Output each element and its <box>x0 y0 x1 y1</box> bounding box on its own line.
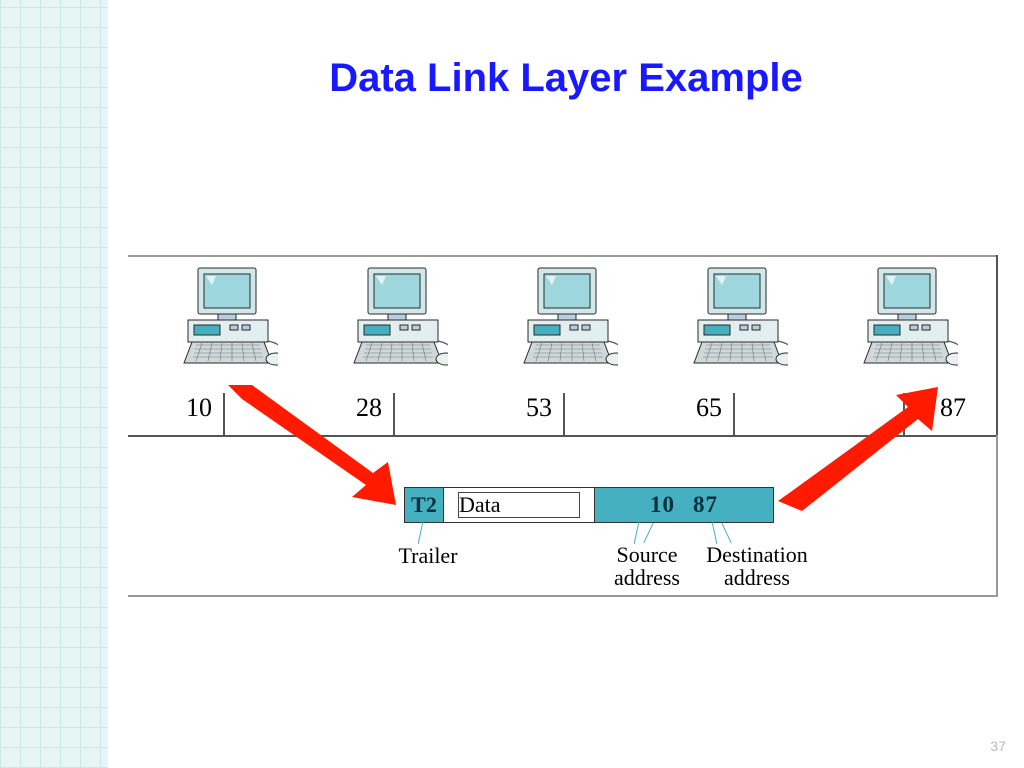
leader-line <box>634 522 640 544</box>
leader-line <box>712 522 718 544</box>
leader-line <box>643 523 653 543</box>
computer-icon <box>848 263 958 383</box>
source-address-label: Source address <box>602 543 692 589</box>
node-address: 10 <box>168 393 212 423</box>
node-address: 65 <box>678 393 722 423</box>
drop-line <box>563 393 565 435</box>
diagram-top-border <box>128 255 998 257</box>
diagram-right-border <box>996 255 998 435</box>
computer-node: 53 <box>508 263 618 433</box>
arrow-down-icon <box>218 385 418 505</box>
slide-title: Data Link Layer Example <box>108 56 1024 101</box>
frame-trailer-cell: T2 <box>405 488 443 522</box>
node-address: 53 <box>508 393 552 423</box>
frame-src-addr: 10 <box>650 492 675 518</box>
frame-packet: T2 Data 10 87 <box>404 487 774 523</box>
computer-icon <box>338 263 448 383</box>
page-number: 37 <box>990 738 1006 754</box>
trailer-label: Trailer <box>388 543 468 569</box>
frame-address-cell: 10 87 <box>594 488 773 522</box>
drop-line <box>733 393 735 435</box>
computer-icon <box>678 263 788 383</box>
frame-data-cell: Data <box>443 488 594 522</box>
diagram-right-border-lower <box>996 435 998 595</box>
computer-icon <box>168 263 278 383</box>
computer-icon <box>508 263 618 383</box>
frame-dst-addr: 87 <box>693 492 718 518</box>
leader-line <box>418 522 424 544</box>
leader-line <box>721 523 731 543</box>
frame-data-label: Data <box>458 492 580 518</box>
computer-node: 65 <box>678 263 788 433</box>
diagram-area: 10 28 <box>128 255 998 605</box>
destination-address-label: Destination address <box>692 543 822 589</box>
slide-sidebar <box>0 0 108 768</box>
diagram-bottom-border <box>128 595 998 597</box>
arrow-up-icon <box>778 383 958 513</box>
